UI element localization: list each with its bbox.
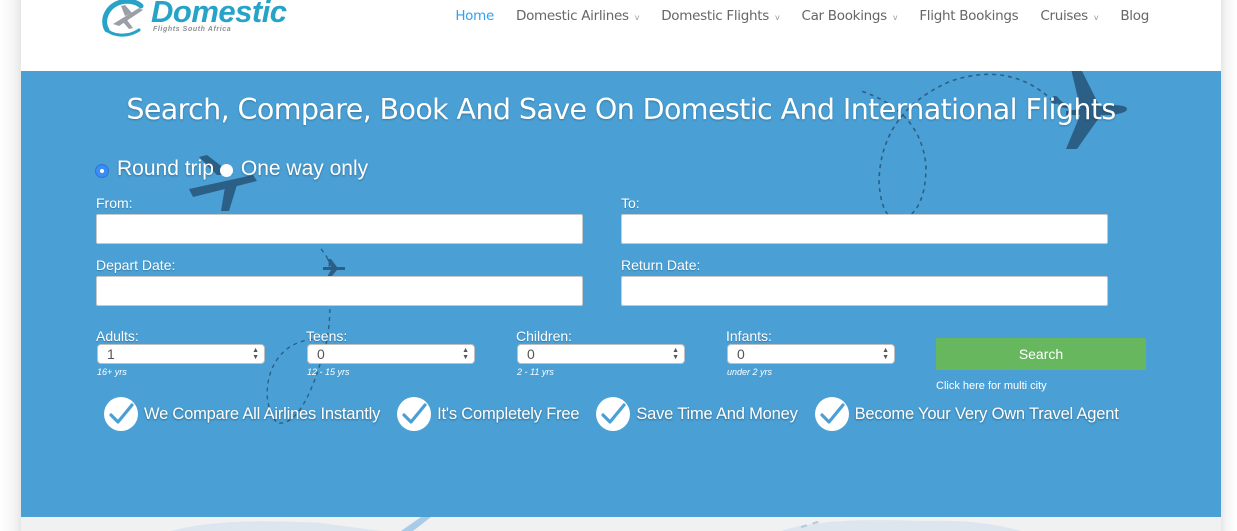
select-arrows-icon: ▲ ▼ xyxy=(882,347,889,361)
nav-item-domestic-flights[interactable]: Domestic Flights v xyxy=(650,8,790,24)
round-trip-label[interactable]: Round trip xyxy=(117,157,214,181)
feature-text: Become Your Very Own Travel Agent xyxy=(854,404,1119,423)
adults-value: 1 xyxy=(107,346,115,362)
one-way-radio[interactable] xyxy=(219,164,233,177)
teens-label: Teens: xyxy=(306,328,348,344)
page-gutter-right xyxy=(1221,0,1237,531)
nav-item-label: Flight Bookings xyxy=(919,8,1019,24)
site-header: Domestic Flights South Africa Home Domes… xyxy=(21,0,1221,71)
adults-label: Adults: xyxy=(96,328,139,344)
teens-value: 0 xyxy=(317,346,325,362)
nav-item-label: Home xyxy=(455,8,494,24)
from-label: From: xyxy=(96,195,133,211)
main-nav: Home Domestic Airlines v Domestic Flights… xyxy=(444,8,1160,24)
feature-text: We Compare All Airlines Instantly xyxy=(144,404,381,423)
teens-hint: 12 - 15 yrs xyxy=(307,367,350,377)
infants-hint: under 2 yrs xyxy=(727,367,773,377)
feature-item: Become Your Very Own Travel Agent xyxy=(814,397,1119,431)
hero-search-section: Search, Compare, Book And Save On Domest… xyxy=(21,71,1221,517)
depart-date-input[interactable] xyxy=(96,276,583,306)
nav-item-label: Blog xyxy=(1120,8,1149,24)
round-trip-radio[interactable] xyxy=(95,163,109,178)
checkmark-icon xyxy=(397,397,432,431)
background-map-decoration xyxy=(171,517,1021,531)
chevron-down-icon: v xyxy=(775,12,780,22)
infants-select[interactable]: 0 ▲ ▼ xyxy=(727,344,895,364)
teens-select[interactable]: 0 ▲ ▼ xyxy=(307,344,475,364)
adults-select[interactable]: 1 ▲ ▼ xyxy=(97,344,265,364)
one-way-label[interactable]: One way only xyxy=(241,157,368,181)
checkmark-icon xyxy=(104,397,138,431)
adults-hint: 16+ yrs xyxy=(97,367,127,377)
feature-item: Save Time And Money xyxy=(596,397,798,431)
multi-city-link[interactable]: Click here for multi city xyxy=(936,380,1047,392)
nav-item-flight-bookings[interactable]: Flight Bookings xyxy=(908,8,1029,24)
site-logo[interactable]: Domestic Flights South Africa xyxy=(99,0,289,42)
hero-title: Search, Compare, Book And Save On Domest… xyxy=(126,93,1116,126)
feature-item: We Compare All Airlines Instantly xyxy=(104,397,380,431)
to-input[interactable] xyxy=(621,214,1108,244)
return-date-label: Return Date: xyxy=(621,257,701,273)
children-hint: 2 - 11 yrs xyxy=(517,367,554,377)
children-label: Children: xyxy=(516,328,573,344)
airplane-logo-icon xyxy=(102,0,144,37)
logo-tagline: Flights South Africa xyxy=(153,26,232,33)
page-gutter-left xyxy=(0,0,21,531)
chevron-down-icon: v xyxy=(1093,12,1099,22)
from-input[interactable] xyxy=(96,214,583,244)
search-button[interactable]: Search xyxy=(936,338,1146,370)
nav-item-label: Cruises xyxy=(1040,8,1088,24)
select-arrows-icon: ▲ ▼ xyxy=(252,347,259,361)
nav-item-blog[interactable]: Blog xyxy=(1109,8,1160,24)
return-date-input[interactable] xyxy=(621,276,1108,306)
infants-label: Infants: xyxy=(726,328,772,344)
nav-item-car-bookings[interactable]: Car Bookings v xyxy=(790,8,908,24)
features-list: We Compare All Airlines Instantly It's C… xyxy=(104,397,1136,431)
children-value: 0 xyxy=(527,346,535,362)
feature-text: It's Completely Free xyxy=(437,404,580,423)
nav-item-home[interactable]: Home xyxy=(444,8,505,24)
nav-item-label: Domestic Airlines xyxy=(516,8,629,24)
nav-item-label: Car Bookings xyxy=(801,8,887,24)
children-select[interactable]: 0 ▲ ▼ xyxy=(517,344,685,364)
nav-item-cruises[interactable]: Cruises v xyxy=(1029,8,1109,24)
checkmark-icon xyxy=(814,397,849,431)
nav-item-domestic-airlines[interactable]: Domestic Airlines v xyxy=(505,8,650,24)
page-container: Domestic Flights South Africa Home Domes… xyxy=(21,0,1221,531)
select-arrows-icon: ▲ ▼ xyxy=(672,347,679,361)
infants-value: 0 xyxy=(737,346,745,362)
trip-type-radio-group: Round trip One way only xyxy=(95,157,374,181)
chevron-down-icon: v xyxy=(634,12,640,22)
airplane-icon xyxy=(323,259,345,277)
feature-item: It's Completely Free xyxy=(397,397,580,431)
select-arrows-icon: ▲ ▼ xyxy=(462,347,469,361)
next-section-background xyxy=(21,517,1221,531)
feature-text: Save Time And Money xyxy=(636,404,798,423)
to-label: To: xyxy=(621,195,640,211)
checkmark-icon xyxy=(596,397,631,431)
depart-date-label: Depart Date: xyxy=(96,257,176,273)
nav-item-label: Domestic Flights xyxy=(661,8,770,24)
chevron-down-icon: v xyxy=(892,12,898,22)
